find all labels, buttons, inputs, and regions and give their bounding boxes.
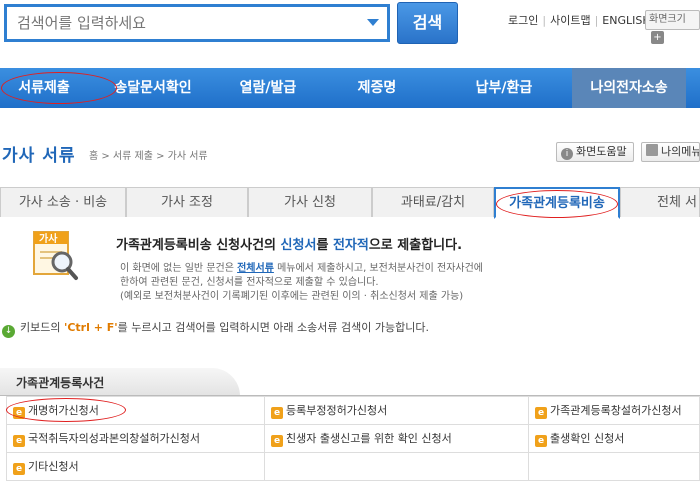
login-link[interactable]: 로그인 <box>508 14 538 27</box>
nav-item-certificate[interactable]: 제증명 <box>318 68 436 108</box>
main-nav: 서류제출 송달문서확인 열람/발급 제증명 납부/환급 나의전자소송 <box>0 68 700 108</box>
my-menu-button[interactable]: 나의메뉴 <box>641 142 700 162</box>
hint-key: 'Ctrl + F' <box>63 321 118 334</box>
section-title: 가족관계등록사건 <box>0 368 240 396</box>
arrow-down-icon: ↓ <box>2 325 15 338</box>
e-doc-icon: e <box>535 407 547 419</box>
table-row: e 국적취득자의성과본의창설허가신청서 e 친생자 출생신고를 위한 확인 신청서 … <box>6 424 700 453</box>
english-link[interactable]: ENGLISH <box>602 14 650 27</box>
headline-text: 를 <box>316 238 333 253</box>
top-links: 로그인 | 사이트맵 | ENGLISH <box>508 14 651 27</box>
nav-item-view-issue[interactable]: 열람/발급 <box>218 68 318 108</box>
document-label: 친생자 출생신고를 위한 확인 신청서 <box>286 432 452 445</box>
page-title: 가사 서류 <box>2 146 76 166</box>
document-label: 출생확인 신청서 <box>550 432 625 445</box>
e-doc-icon: e <box>13 463 25 475</box>
document-link[interactable]: e 등록부정정허가신청서 <box>264 396 529 425</box>
my-menu-label: 나의메뉴 <box>661 145 700 158</box>
info-text: 한하여 관련된 문건, 신청서를 전자적으로 제출할 수 있습니다. <box>120 277 379 288</box>
keyboard-hint: ↓ 키보드의 'Ctrl + F'를 누르시고 검색어를 입력하시면 아래 소송서… <box>2 319 429 338</box>
zoom-label: 화면크기 <box>649 14 686 25</box>
nav-item-delivery-check[interactable]: 송달문서확인 <box>88 68 218 108</box>
info-text: 메뉴에서 제출하시고, 보전처분사건이 전자사건에 <box>273 263 483 274</box>
headline-highlight: 전자적 <box>332 238 369 253</box>
document-link[interactable]: e 가족관계등록창설허가신청서 <box>528 396 700 425</box>
empty-cell <box>264 452 529 481</box>
all-documents-link[interactable]: 전체서류 <box>237 263 274 274</box>
tab-family-application[interactable]: 가사 신청 <box>248 187 372 217</box>
empty-cell <box>528 452 700 481</box>
search-input[interactable] <box>17 7 347 39</box>
info-body: 이 화면에 없는 일반 문건은 전체서류 메뉴에서 제출하시고, 보전처분사건이… <box>120 262 540 304</box>
tab-all-documents[interactable]: 전체 서 <box>620 187 700 217</box>
tab-family-litigation[interactable]: 가사 소송 · 비송 <box>0 187 126 217</box>
tab-family-mediation[interactable]: 가사 조정 <box>126 187 248 217</box>
help-button-label: 화면도움말 <box>576 145 627 158</box>
chevron-down-icon[interactable] <box>367 19 379 26</box>
hint-text: 키보드의 <box>20 321 64 334</box>
breadcrumb: 홈 > 서류 제출 > 가사 서류 <box>89 151 208 162</box>
document-link[interactable]: e 개명허가신청서 <box>6 396 265 425</box>
document-link[interactable]: e 친생자 출생신고를 위한 확인 신청서 <box>264 424 529 453</box>
document-link[interactable]: e 국적취득자의성과본의창설허가신청서 <box>6 424 265 453</box>
document-label: 가족관계등록창설허가신청서 <box>550 404 682 417</box>
doc-icon-label: 가사 <box>39 232 58 245</box>
e-doc-icon: e <box>271 435 283 447</box>
table-row: e 개명허가신청서 e 등록부정정허가신청서 e 가족관계등록창설허가신청서 <box>6 396 700 425</box>
document-label: 기타신청서 <box>28 460 79 473</box>
tab-bar: 가사 소송 · 비송 가사 조정 가사 신청 과태료/감치 가족관계등록비송 전… <box>0 187 700 219</box>
document-search-icon: 가사 <box>32 230 80 282</box>
nav-item-document-submit[interactable]: 서류제출 <box>0 68 88 108</box>
document-label: 등록부정정허가신청서 <box>286 404 388 417</box>
tab-fine-detention[interactable]: 과태료/감치 <box>372 187 494 217</box>
document-label: 개명허가신청서 <box>28 404 99 417</box>
e-doc-icon: e <box>13 407 25 419</box>
hint-text: 를 누르시고 검색어를 입력하시면 아래 소송서류 검색이 가능합니다. <box>117 321 429 334</box>
help-button[interactable]: i 화면도움말 <box>556 142 634 162</box>
table-row: e 기타신청서 <box>6 452 700 481</box>
nav-item-my-e-litigation[interactable]: 나의전자소송 <box>572 68 686 108</box>
info-text: 이 화면에 없는 일반 문건은 <box>120 263 238 274</box>
document-link[interactable]: e 출생확인 신청서 <box>528 424 700 453</box>
nav-item-payment-refund[interactable]: 납부/환급 <box>436 68 572 108</box>
headline-text: 가족관계등록비송 신청사건의 <box>116 238 281 253</box>
e-doc-icon: e <box>535 435 547 447</box>
search-box[interactable] <box>4 4 390 42</box>
info-headline: 가족관계등록비송 신청사건의 신청서를 전자적으로 제출합니다. <box>116 234 462 253</box>
headline-text: 으로 제출합니다. <box>368 238 463 253</box>
document-grid: e 개명허가신청서 e 등록부정정허가신청서 e 가족관계등록창설허가신청서 e 국적취… <box>6 396 700 481</box>
tab-family-registration[interactable]: 가족관계등록비송 <box>494 187 620 219</box>
folder-icon <box>646 144 658 156</box>
e-doc-icon: e <box>271 407 283 419</box>
document-link[interactable]: e 기타신청서 <box>6 452 265 481</box>
document-label: 국적취득자의성과본의창설허가신청서 <box>28 432 201 445</box>
info-icon: i <box>561 148 573 160</box>
plus-icon[interactable]: + <box>651 31 664 44</box>
zoom-button[interactable]: 화면크기 + <box>645 10 700 44</box>
sitemap-link[interactable]: 사이트맵 <box>550 14 590 27</box>
headline-highlight: 신청서 <box>280 238 317 253</box>
e-doc-icon: e <box>13 435 25 447</box>
info-text: (예외로 보전처분사건이 기록폐기된 이후에는 관련된 이의 · 취소신청서 제… <box>120 291 464 302</box>
search-button[interactable]: 검색 <box>397 2 458 44</box>
